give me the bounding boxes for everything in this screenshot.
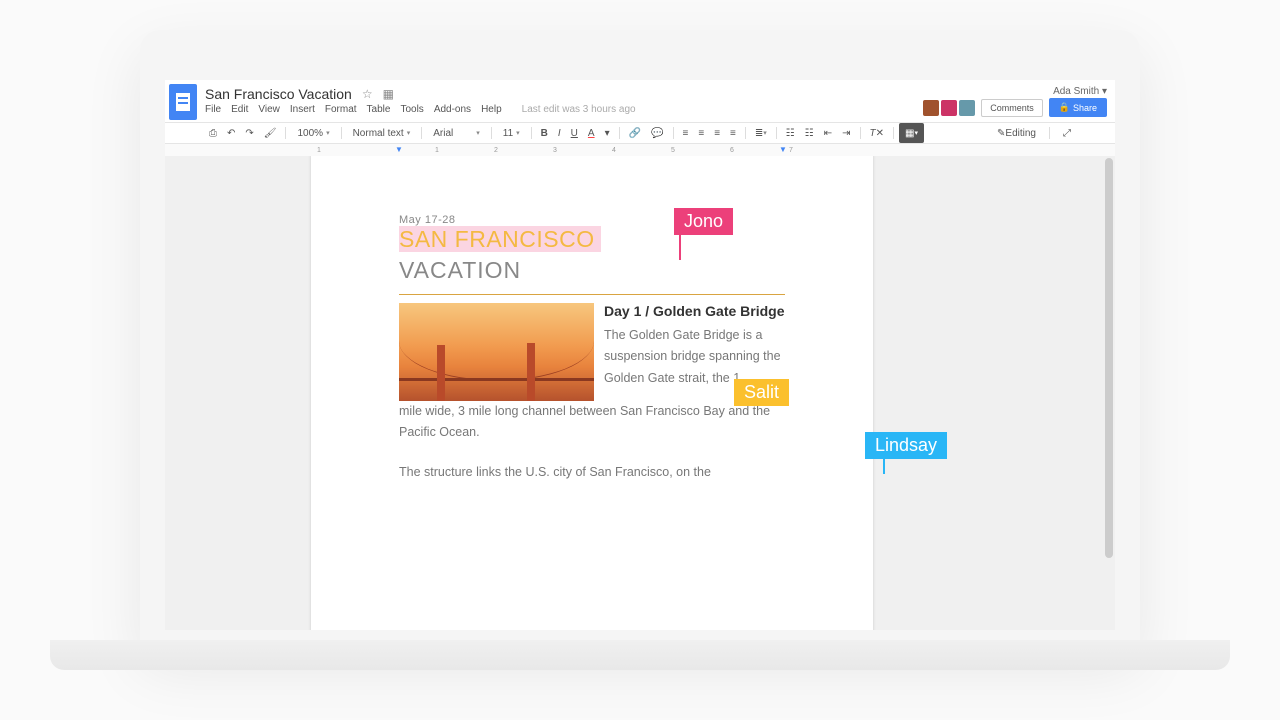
line-spacing-icon[interactable]: ≣▾ [751,123,771,143]
redo-icon[interactable]: ↷ [241,123,257,143]
menu-addons[interactable]: Add-ons [434,104,471,115]
lock-icon: 🔒 [1059,102,1070,113]
highlight-icon[interactable]: ▾ [601,123,614,143]
avatar[interactable] [923,100,939,116]
menu-table[interactable]: Table [367,104,391,115]
bold-icon[interactable]: B [537,123,552,143]
page[interactable]: May 17-28 SAN FRANCISCO VACATION D [311,156,873,630]
laptop-base [50,640,1230,670]
day-heading: Day 1 / Golden Gate Bridge [604,303,785,319]
menu-view[interactable]: View [258,104,280,115]
underline-icon[interactable]: U [567,123,582,143]
toolbar: ⎙ ↶ ↷ 🖌 100%▾ Normal text▾ Arial▾ 11▾ B … [165,122,1115,144]
collab-cursor-salit: Salit [734,379,789,406]
editing-mode-button[interactable]: ✎ Editing [993,128,1040,139]
bulleted-list-icon[interactable]: ☷ [801,123,818,143]
align-left-icon[interactable]: ≡ [679,123,693,143]
menu-edit[interactable]: Edit [231,104,248,115]
share-label: Share [1073,103,1097,113]
text-color-icon[interactable]: A [584,123,599,143]
document-title[interactable]: San Francisco Vacation [205,86,352,102]
scrollbar[interactable] [1105,158,1113,558]
comments-button[interactable]: Comments [981,99,1043,117]
ruler[interactable]: 1 1 2 3 4 5 6 7 ▼ ▼ [165,144,1115,156]
folder-icon[interactable]: ▦ [383,87,394,101]
avatar[interactable] [959,100,975,116]
ruler-left-indent-icon[interactable]: ▼ [395,145,403,154]
avatar[interactable] [941,100,957,116]
collab-cursor-lindsay: Lindsay [865,432,947,459]
style-select[interactable]: Normal text▾ [347,123,417,143]
menu-tools[interactable]: Tools [400,104,423,115]
menu-insert[interactable]: Insert [290,104,315,115]
clear-formatting-icon[interactable]: T✕ [866,123,889,143]
decrease-indent-icon[interactable]: ⇤ [820,123,836,143]
italic-icon[interactable]: I [554,123,565,143]
document-area: May 17-28 SAN FRANCISCO VACATION D [165,156,1115,630]
zoom-select[interactable]: 100%▾ [291,123,335,143]
print-icon[interactable]: ⎙ [205,123,221,143]
input-tools-icon[interactable]: ▦▾ [899,123,924,143]
align-center-icon[interactable]: ≡ [694,123,708,143]
divider [399,294,785,295]
align-right-icon[interactable]: ≡ [710,123,724,143]
fontsize-select[interactable]: 11▾ [497,123,526,143]
link-icon[interactable]: 🔗 [625,123,645,143]
body-paragraph-2: The structure links the U.S. city of San… [399,462,785,483]
cursor-lindsay [883,456,885,474]
last-edit-text: Last edit was 3 hours ago [522,104,636,115]
share-button[interactable]: 🔒 Share [1049,98,1107,117]
align-justify-icon[interactable]: ≡ [726,123,740,143]
undo-icon[interactable]: ↶ [223,123,239,143]
collab-cursor-jono: Jono [674,208,733,235]
font-select[interactable]: Arial▾ [427,123,486,143]
ruler-right-indent-icon[interactable]: ▼ [779,145,787,154]
expand-icon[interactable]: ⤢ [1059,128,1075,139]
docs-app-icon[interactable] [169,84,197,120]
comment-icon[interactable]: 💬 [647,123,667,143]
body-paragraph-1b: mile wide, 3 mile long channel between S… [399,401,785,444]
cursor-jono [679,234,681,260]
menu-file[interactable]: File [205,104,221,115]
heading-sf: SAN FRANCISCO [399,226,601,252]
collaborator-avatars[interactable] [923,100,975,116]
increase-indent-icon[interactable]: ⇥ [838,123,854,143]
paint-format-icon[interactable]: 🖌 [260,123,281,143]
star-icon[interactable]: ☆ [362,87,373,101]
menu-format[interactable]: Format [325,104,357,115]
menu-help[interactable]: Help [481,104,502,115]
golden-gate-image[interactable] [399,303,594,401]
numbered-list-icon[interactable]: ☷ [782,123,799,143]
account-menu[interactable]: Ada Smith ▾ [1053,86,1107,97]
heading-vacation: VACATION [399,257,785,284]
